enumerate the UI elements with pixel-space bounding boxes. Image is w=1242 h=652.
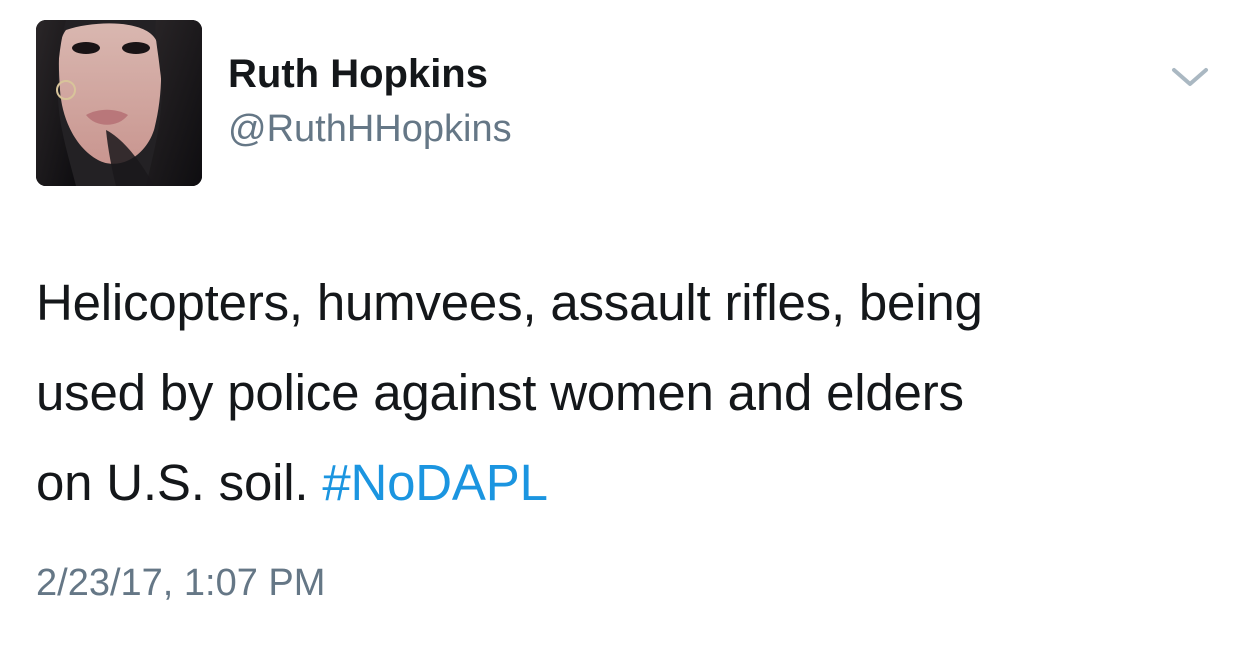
chevron-down-icon[interactable]	[1168, 60, 1212, 94]
tweet-text-line-last: on U.S. soil. #NoDAPL	[36, 438, 1216, 528]
avatar-image	[36, 20, 202, 186]
tweet-card: Ruth Hopkins @RuthHHopkins Helicopters, …	[0, 0, 1242, 652]
tweet-timestamp[interactable]: 2/23/17, 1:07 PM	[36, 562, 325, 605]
display-name[interactable]: Ruth Hopkins	[228, 52, 488, 97]
tweet-text: Helicopters, humvees, assault rifles, be…	[36, 258, 1216, 528]
tweet-text-fragment: on U.S. soil.	[36, 454, 309, 511]
tweet-text-line: used by police against women and elders	[36, 364, 964, 421]
tweet-text-line: Helicopters, humvees, assault rifles, be…	[36, 274, 983, 331]
user-handle[interactable]: @RuthHHopkins	[228, 108, 512, 151]
avatar[interactable]	[36, 20, 202, 186]
hashtag-link[interactable]: #NoDAPL	[322, 454, 548, 511]
